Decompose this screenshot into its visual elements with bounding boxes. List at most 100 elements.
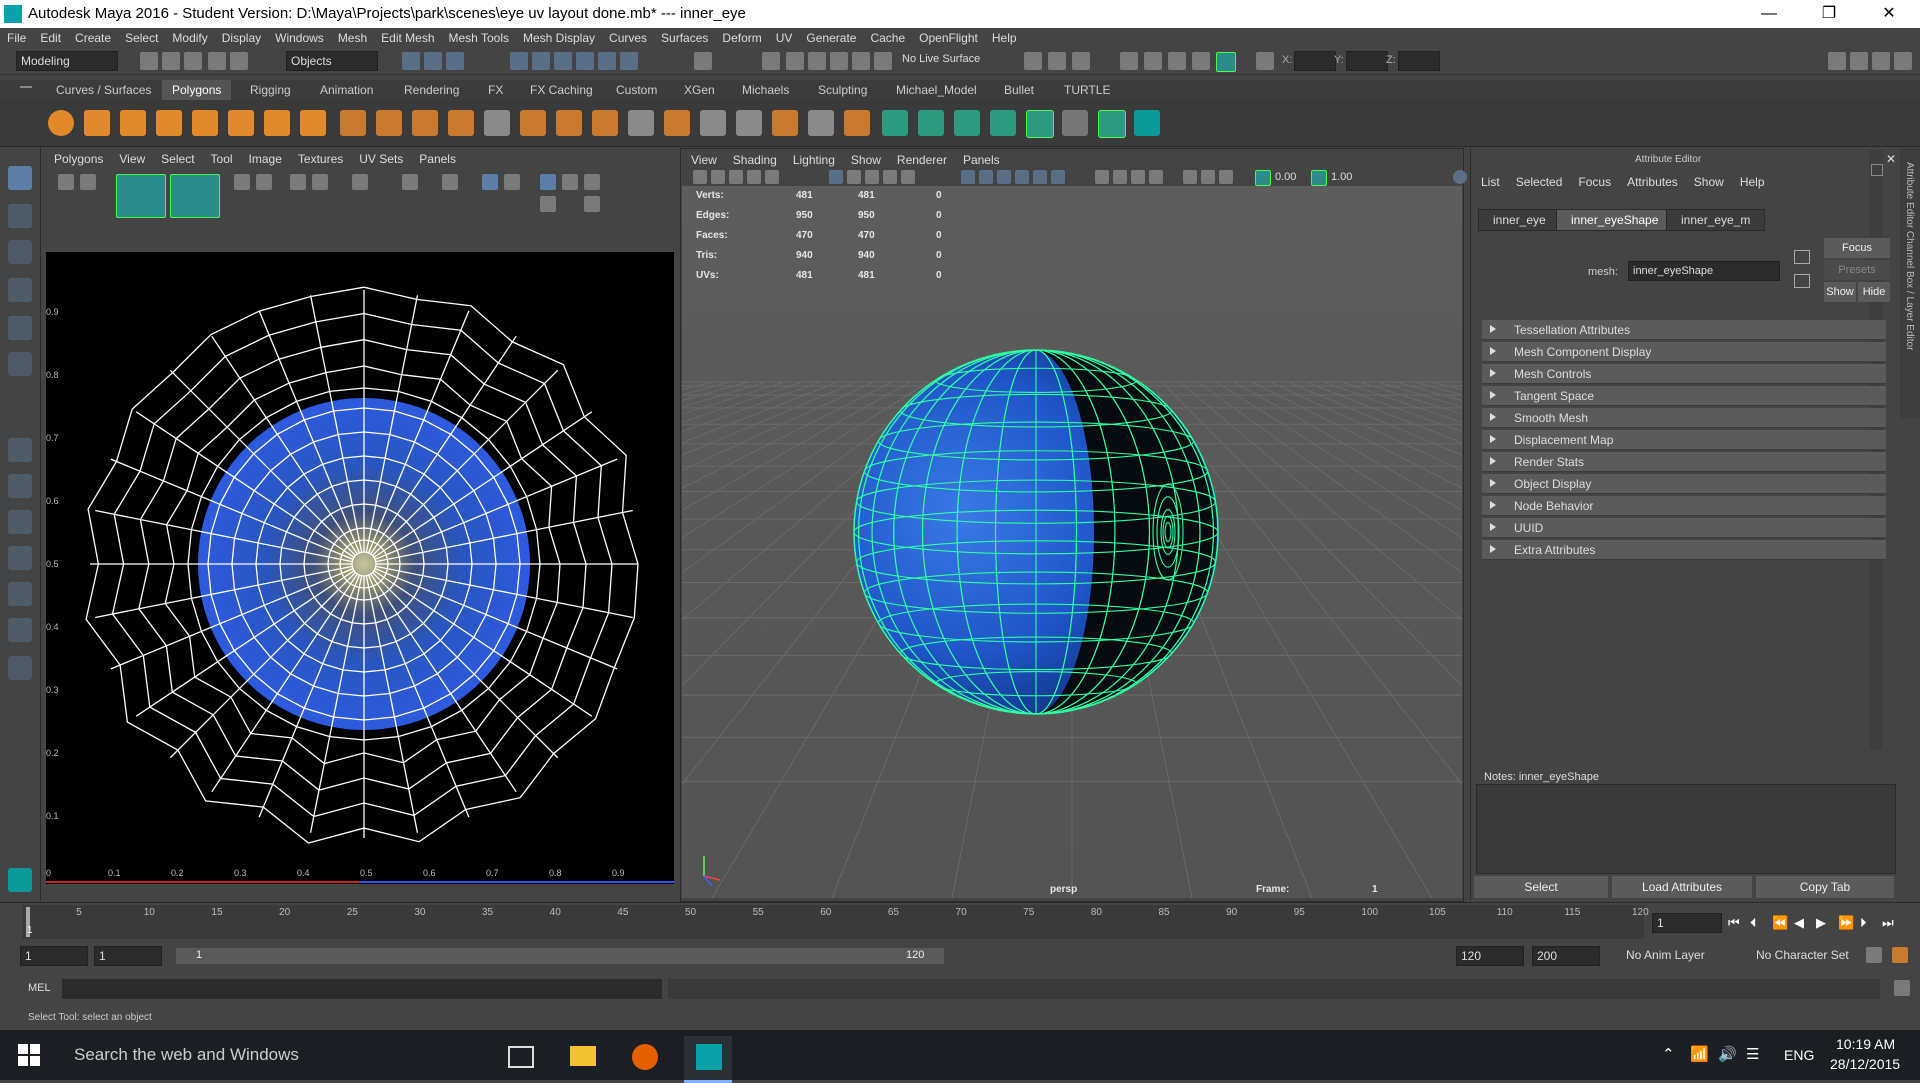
panel-layout-icon[interactable] <box>1872 52 1890 70</box>
shelf-tab-bullet[interactable]: Bullet <box>994 80 1044 100</box>
time-slider-track[interactable]: 1 5 10 15 20 25 30 35 40 45 50 55 60 65 70 75 80 85 90 95 1… <box>22 905 1649 939</box>
checker-icon[interactable] <box>1062 110 1088 136</box>
taskbar-search[interactable]: Search the web and Windows <box>74 1045 299 1065</box>
show-button[interactable]: Show <box>1824 282 1856 302</box>
ae-select-button[interactable]: Select <box>1474 876 1608 898</box>
smooth-shade-icon[interactable] <box>979 170 993 184</box>
poly-sphere-icon[interactable] <box>48 110 74 136</box>
uv-pixel-snap-icon[interactable] <box>562 174 578 190</box>
step-forward-icon[interactable]: ⏵ <box>1860 915 1867 931</box>
mode-dropdown[interactable]: Modeling <box>16 51 118 71</box>
automatic-mapping-icon[interactable] <box>1026 110 1054 138</box>
anim-end-field[interactable]: 200 <box>1532 946 1600 966</box>
fill-hole-icon[interactable] <box>664 110 690 136</box>
combine-icon[interactable] <box>340 110 366 136</box>
paint-select-icon[interactable] <box>8 240 32 264</box>
go-to-start-icon[interactable]: ⏮ <box>1728 915 1740 931</box>
separate-icon[interactable] <box>376 110 402 136</box>
multi-cut-icon[interactable] <box>484 110 510 136</box>
ae-menu-selected[interactable]: Selected <box>1508 172 1571 192</box>
playback-end-field[interactable]: 120 <box>1456 946 1524 966</box>
vp-menu-shading[interactable]: Shading <box>725 151 785 169</box>
exposure-field[interactable]: 0.00 <box>1275 171 1296 183</box>
select-by-object-icon[interactable] <box>424 52 442 70</box>
firefox-icon[interactable] <box>620 1036 668 1080</box>
persp-outliner-icon[interactable] <box>8 510 32 534</box>
ae-menu-focus[interactable]: Focus <box>1570 172 1619 192</box>
poly-cylinder-icon[interactable] <box>120 110 146 136</box>
layout-uv-icon[interactable] <box>990 110 1016 136</box>
poly-cone-icon[interactable] <box>156 110 182 136</box>
shelf-tab-rigging[interactable]: Rigging <box>240 80 301 100</box>
channel-box-side-tab[interactable]: Attribute Editor Channel Box / Layer Edi… <box>1900 148 1920 418</box>
uv-menu-view[interactable]: View <box>111 150 153 168</box>
notifications-up-icon[interactable]: ⌃ <box>1662 1045 1675 1063</box>
ambient-occlusion-icon[interactable] <box>1095 170 1109 184</box>
shelf-tab-polygons[interactable]: Polygons <box>162 80 232 100</box>
maya-shelf-logo-icon[interactable] <box>1134 110 1160 136</box>
vp-menu-renderer[interactable]: Renderer <box>889 151 955 169</box>
ae-section-header[interactable]: Extra Attributes <box>1482 540 1886 560</box>
input-ops-icon[interactable] <box>786 52 804 70</box>
menu-file[interactable]: File <box>0 28 33 48</box>
vp-menu-show[interactable]: Show <box>843 151 889 169</box>
ae-select-icon[interactable] <box>1794 250 1810 264</box>
select-camera-icon[interactable] <box>693 170 707 184</box>
sew-uv-icon[interactable] <box>918 110 944 136</box>
auto-key-icon[interactable] <box>1866 947 1882 963</box>
menu-uv[interactable]: UV <box>769 28 800 48</box>
select-tool-icon[interactable] <box>8 166 32 190</box>
menu-display[interactable]: Display <box>215 28 268 48</box>
selection-mode-dropdown[interactable]: Objects <box>286 51 378 71</box>
menu-modify[interactable]: Modify <box>165 28 214 48</box>
uv-unfold-icon[interactable] <box>290 174 306 190</box>
menu-edit-mesh[interactable]: Edit Mesh <box>374 28 441 48</box>
ae-menu-show[interactable]: Show <box>1686 172 1732 192</box>
offset-edge-loop-icon[interactable] <box>736 110 762 136</box>
range-slider[interactable]: 1 120 <box>176 948 944 964</box>
command-input[interactable] <box>62 979 662 999</box>
uv-snapshot-icon[interactable] <box>352 174 368 190</box>
notes-field[interactable] <box>1476 784 1896 874</box>
snap-point-icon[interactable] <box>554 52 572 70</box>
maya-taskbar-icon[interactable] <box>684 1036 732 1083</box>
ae-section-header[interactable]: Mesh Controls <box>1482 364 1886 384</box>
uv-sew-icon[interactable] <box>256 174 272 190</box>
gamma-field[interactable]: 1.00 <box>1331 171 1352 183</box>
ae-section-header[interactable]: Tessellation Attributes <box>1482 320 1886 340</box>
merge-icon[interactable] <box>628 110 654 136</box>
render-settings-icon[interactable] <box>1144 52 1162 70</box>
undo-icon[interactable] <box>208 52 226 70</box>
snap-curve-icon[interactable] <box>532 52 550 70</box>
menu-openflight[interactable]: OpenFlight <box>912 28 985 48</box>
ae-goto-icon[interactable] <box>1794 274 1810 288</box>
construction-history-icon[interactable] <box>830 52 848 70</box>
shelf-tab-turtle[interactable]: TURTLE <box>1054 80 1120 100</box>
menu-deform[interactable]: Deform <box>715 28 768 48</box>
uv-image-display-icon[interactable] <box>482 174 498 190</box>
z-field[interactable] <box>1398 51 1440 71</box>
menu-generate[interactable]: Generate <box>799 28 863 48</box>
mel-label[interactable]: MEL <box>28 982 51 994</box>
isolate-select-icon[interactable] <box>1183 170 1197 184</box>
extrude-icon[interactable] <box>520 110 546 136</box>
poly-pyramid-icon[interactable] <box>264 110 290 136</box>
insert-edge-loop-icon[interactable] <box>700 110 726 136</box>
scale-tool-icon[interactable] <box>8 352 32 376</box>
menu-surfaces[interactable]: Surfaces <box>654 28 715 48</box>
uv-menu-image[interactable]: Image <box>241 150 290 168</box>
menu-help[interactable]: Help <box>985 28 1024 48</box>
uv-menu-tool[interactable]: Tool <box>203 150 241 168</box>
bridge-icon[interactable] <box>556 110 582 136</box>
shelf-tab-animation[interactable]: Animation <box>310 80 383 100</box>
playblast-icon[interactable] <box>1192 52 1210 70</box>
depth-of-field-icon[interactable] <box>1149 170 1163 184</box>
gamma-icon[interactable] <box>1311 170 1327 186</box>
ae-float-icon[interactable] <box>1871 164 1883 176</box>
playback-start-field[interactable]: 1 <box>94 946 162 966</box>
render-sequence-icon[interactable] <box>1168 52 1186 70</box>
lock-icon[interactable] <box>694 52 712 70</box>
history-icon[interactable] <box>762 52 780 70</box>
bevel-icon[interactable] <box>592 110 618 136</box>
action-center-icon[interactable]: ☰ <box>1746 1045 1759 1063</box>
